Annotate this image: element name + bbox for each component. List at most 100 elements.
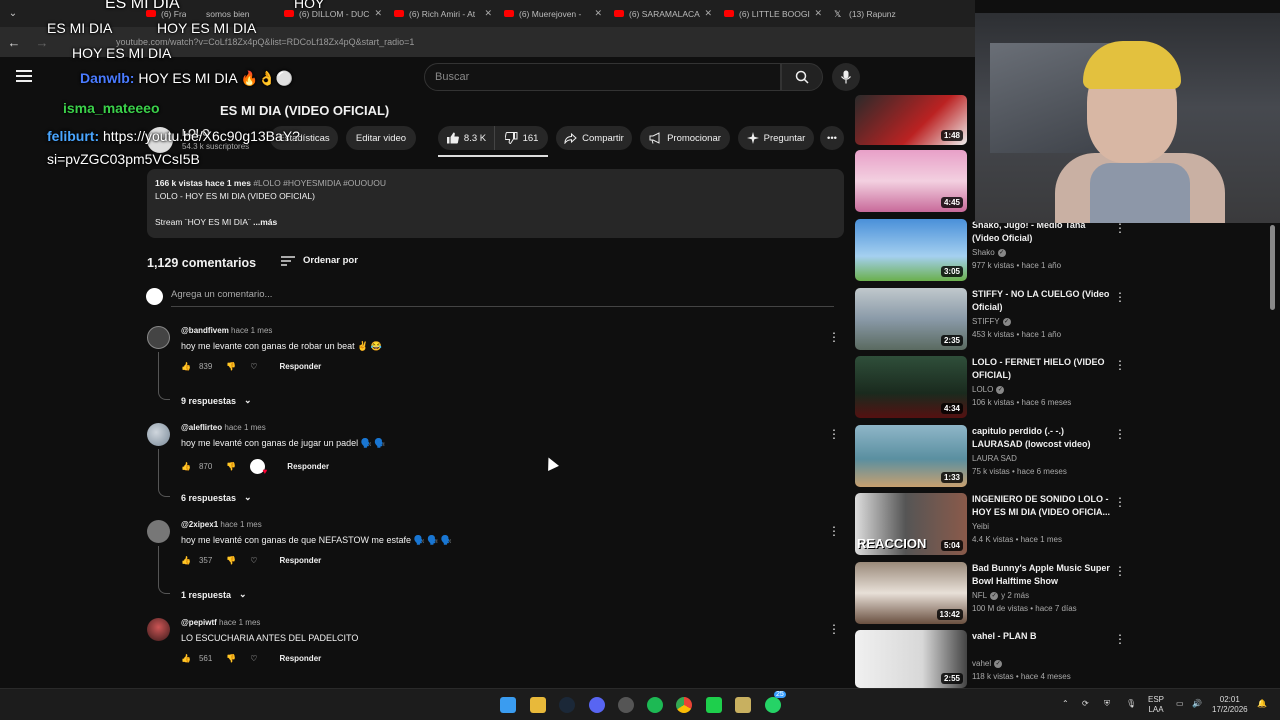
- dislike-comment-button[interactable]: 👎: [226, 654, 236, 663]
- like-comment-button[interactable]: 👍: [181, 654, 191, 663]
- video-thumbnail[interactable]: REACCION 5:04: [855, 493, 967, 555]
- hashtags[interactable]: #LOLO #HOYESMIDIA #OUOUOU: [253, 178, 386, 188]
- url-field[interactable]: youtube.com/watch?v=CoLf18Zx4pQ&list=RDC…: [116, 37, 414, 47]
- like-comment-button[interactable]: 👍: [181, 462, 191, 471]
- heart-icon[interactable]: ♡: [250, 362, 257, 371]
- sync-icon[interactable]: ⟳: [1082, 699, 1089, 709]
- comment-author[interactable]: @2xipex1: [181, 520, 218, 529]
- video-thumbnail[interactable]: 4:34: [855, 356, 967, 418]
- channel-name[interactable]: LOLO: [182, 128, 210, 139]
- reply-button[interactable]: Responder: [279, 654, 321, 663]
- video-title[interactable]: Bad Bunny's Apple Music Super Bowl Halft…: [972, 562, 1110, 588]
- video-thumbnail[interactable]: 3:05: [855, 219, 967, 281]
- video-title[interactable]: STIFFY - NO LA CUELGO (Video Oficial): [972, 288, 1110, 314]
- close-icon[interactable]: ✕: [814, 8, 822, 19]
- menu-icon[interactable]: [16, 70, 32, 82]
- start-icon[interactable]: [500, 697, 516, 713]
- video-title[interactable]: LOLO - FERNET HIELO (VIDEO OFICIAL): [972, 356, 1110, 382]
- view-replies-button[interactable]: 6 respuestas ⌄: [181, 492, 252, 503]
- comment-time[interactable]: hace 1 mes: [220, 520, 261, 529]
- channel-name[interactable]: vahel: [972, 659, 991, 668]
- close-icon[interactable]: ✕: [484, 8, 492, 19]
- video-thumbnail[interactable]: 4:45: [855, 150, 967, 212]
- forward-icon[interactable]: →: [28, 35, 56, 50]
- recommended-video[interactable]: REACCION 5:04 INGENIERO DE SONIDO LOLO -…: [855, 493, 1126, 555]
- heart-icon[interactable]: ♡: [250, 556, 257, 565]
- commenter-avatar[interactable]: [147, 520, 170, 543]
- steam-icon[interactable]: [559, 697, 575, 713]
- channel-name[interactable]: STIFFY: [972, 317, 1000, 326]
- tab-search-button[interactable]: ⌄: [0, 0, 26, 27]
- video-options-icon[interactable]: ⋮: [1114, 632, 1126, 646]
- video-thumbnail[interactable]: 2:55: [855, 630, 967, 688]
- video-options-icon[interactable]: ⋮: [1114, 427, 1126, 441]
- browser-tab[interactable]: (6) Rich Amiri - At ✕: [386, 0, 496, 27]
- video-options-icon[interactable]: ⋮: [1114, 358, 1126, 372]
- chrome-icon[interactable]: [676, 697, 692, 713]
- browser-tab[interactable]: (6) DILLOM - DUC ✕: [276, 0, 386, 27]
- comment-options-icon[interactable]: ⋮: [828, 524, 840, 538]
- view-replies-button[interactable]: 1 respuesta ⌄: [181, 589, 247, 600]
- recommended-video[interactable]: 13:42 Bad Bunny's Apple Music Super Bowl…: [855, 562, 1126, 624]
- comment-time[interactable]: hace 1 mes: [219, 618, 260, 627]
- channel-name[interactable]: LAURA SAD: [972, 454, 1017, 463]
- chevron-up-icon[interactable]: ⌃: [1062, 699, 1069, 709]
- video-title[interactable]: INGENIERO DE SONIDO LOLO - HOY ES MI DIA…: [972, 493, 1110, 519]
- comment-author[interactable]: @aleflirteo: [181, 423, 222, 432]
- recommended-video[interactable]: 2:55 vahel - PLAN B vahel ✓ 118 k vistas …: [855, 630, 1126, 688]
- browser-tab[interactable]: somos bien: [186, 0, 276, 27]
- dislike-button[interactable]: 161: [494, 126, 548, 150]
- channel-name[interactable]: NFL: [972, 591, 987, 600]
- recommended-video[interactable]: 2:35 STIFFY - NO LA CUELGO (Video Oficia…: [855, 288, 1126, 350]
- ask-button[interactable]: Preguntar: [738, 126, 814, 150]
- like-comment-button[interactable]: 👍: [181, 362, 191, 371]
- obs-icon[interactable]: [618, 697, 634, 713]
- browser-tab[interactable]: (6) LITTLE BOOGI ✕: [716, 0, 826, 27]
- search-input[interactable]: Buscar: [424, 63, 781, 91]
- comment-options-icon[interactable]: ⋮: [828, 330, 840, 344]
- close-icon[interactable]: ✕: [374, 8, 382, 19]
- volume-icon[interactable]: 🔊: [1192, 699, 1202, 709]
- comment-author[interactable]: @bandfivem: [181, 326, 229, 335]
- stats-button[interactable]: Estadísticas: [270, 126, 338, 150]
- comment-time[interactable]: hace 1 mes: [224, 423, 265, 432]
- file-explorer-icon[interactable]: [530, 697, 546, 713]
- reply-button[interactable]: Responder: [287, 462, 329, 471]
- video-options-icon[interactable]: ⋮: [1114, 290, 1126, 304]
- language-indicator[interactable]: ESP LAA: [1148, 695, 1164, 715]
- whatsapp-icon[interactable]: [765, 697, 781, 713]
- comment-time[interactable]: hace 1 mes: [231, 326, 272, 335]
- like-button[interactable]: 8.3 K: [438, 126, 494, 150]
- edit-video-button[interactable]: Editar video: [346, 126, 416, 150]
- channel-name[interactable]: Shako: [972, 248, 995, 257]
- like-comment-button[interactable]: 👍: [181, 556, 191, 565]
- channel-avatar[interactable]: [147, 127, 173, 153]
- video-options-icon[interactable]: ⋮: [1114, 495, 1126, 509]
- commenter-avatar[interactable]: [147, 423, 170, 446]
- discord-icon[interactable]: [589, 697, 605, 713]
- dislike-comment-button[interactable]: 👎: [226, 556, 236, 565]
- creator-heart-icon[interactable]: ♥: [250, 459, 267, 476]
- network-icon[interactable]: ▭: [1176, 699, 1184, 709]
- spotify-icon[interactable]: [647, 697, 663, 713]
- notification-bell-icon[interactable]: 🔔: [1257, 699, 1267, 709]
- show-more-link[interactable]: ...más: [253, 217, 277, 227]
- close-icon[interactable]: ✕: [594, 8, 602, 19]
- video-thumbnail[interactable]: 13:42: [855, 562, 967, 624]
- page-scrollbar[interactable]: [1270, 225, 1275, 310]
- heart-icon[interactable]: ♡: [250, 654, 257, 663]
- comment-author[interactable]: @pepiwtf: [181, 618, 217, 627]
- video-title[interactable]: vahel - PLAN B: [972, 630, 1110, 643]
- kick-icon[interactable]: [706, 697, 722, 713]
- video-title[interactable]: capitulo perdido (.- -.) LAURASAD (lowco…: [972, 425, 1110, 451]
- recommended-video[interactable]: 3:05 Shako, Jugo! - Medio Tana (Video Of…: [855, 219, 1126, 281]
- channel-name[interactable]: Yeibi: [972, 522, 989, 531]
- description-box[interactable]: 166 k vistas hace 1 mes #LOLO #HOYESMIDI…: [147, 169, 844, 238]
- comment-options-icon[interactable]: ⋮: [828, 427, 840, 441]
- shield-icon[interactable]: ⛨: [1104, 699, 1110, 709]
- comment-options-icon[interactable]: ⋮: [828, 622, 840, 636]
- video-thumbnail[interactable]: 1:33: [855, 425, 967, 487]
- browser-tab[interactable]: (6) Francis Jerem: [26, 0, 186, 27]
- microphone-tray-icon[interactable]: 🎙: [1126, 699, 1136, 709]
- clock[interactable]: 02:01 17/2/2026: [1212, 695, 1248, 715]
